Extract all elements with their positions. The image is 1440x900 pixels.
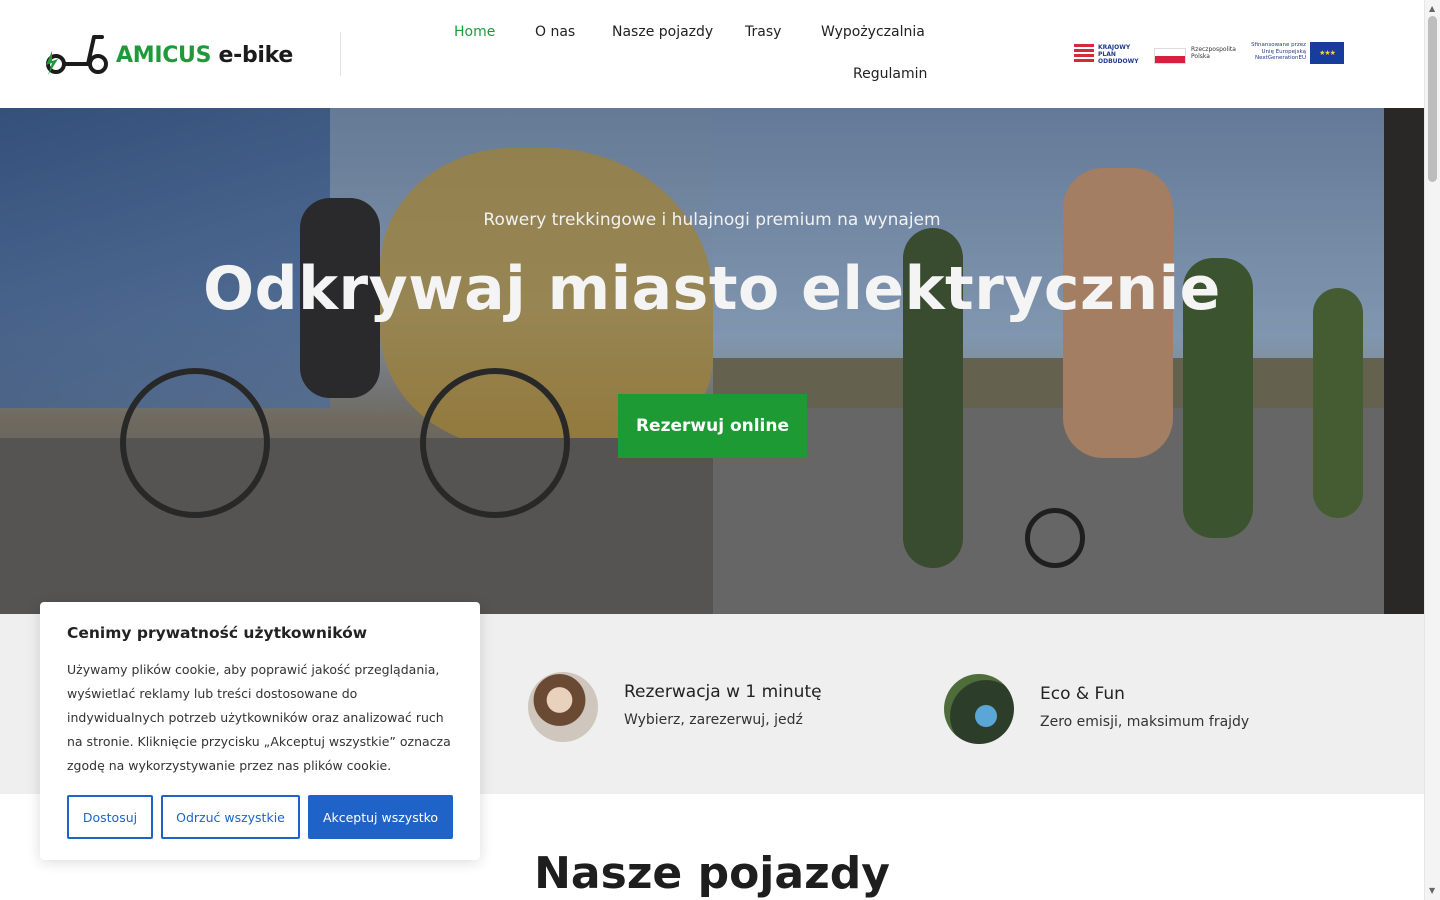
scroll-down-arrow-icon[interactable]: ▼ (1429, 886, 1435, 895)
feature-title: Eco & Fun (1040, 684, 1125, 704)
feature-desc: Wybierz, zarezerwuj, jedź (624, 712, 803, 728)
scooter-avatar (944, 674, 1014, 744)
reject-all-button[interactable]: Odrzuć wszystkie (161, 795, 300, 839)
eu-label: Sfinansowane przez Unię Europejską NextG… (1251, 42, 1306, 61)
scooter-logo-icon (46, 35, 108, 75)
nav-wypozyczalnia[interactable]: Wypożyczalnia (821, 24, 925, 40)
logo[interactable]: AMICUS e-bike (42, 30, 302, 80)
logo-wordmark: AMICUS e-bike (116, 43, 293, 68)
feature-desc: Zero emisji, maksimum frajdy (1040, 714, 1250, 730)
accept-all-button[interactable]: Akceptuj wszystko (308, 795, 453, 839)
scroll-up-arrow-icon[interactable]: ▲ (1429, 4, 1435, 13)
kpo-label: KRAJOWY PLAN ODBUDOWY (1098, 44, 1139, 65)
cookie-title: Cenimy prywatność użytkowników (67, 624, 368, 642)
nav-regulamin[interactable]: Regulamin (853, 66, 927, 82)
eu-flag-icon: ★★★ (1310, 42, 1344, 64)
customize-button[interactable]: Dostosuj (67, 795, 153, 839)
rp-logo: Rzeczpospolita Polska (1154, 44, 1242, 66)
nav-home[interactable]: Home (454, 24, 495, 40)
nav-o-nas[interactable]: O nas (535, 24, 575, 40)
nav-nasze-pojazdy[interactable]: Nasze pojazdy (612, 24, 713, 40)
nav-trasy[interactable]: Trasy (745, 24, 781, 40)
logo-brand: AMICUS (116, 42, 212, 68)
feature-title: Rezerwacja w 1 minutę (624, 682, 822, 702)
kpo-mark-icon (1074, 44, 1094, 64)
site-header: AMICUS e-bike Home O nas Nasze pojazdy T… (0, 0, 1424, 108)
funding-logos: KRAJOWY PLAN ODBUDOWY Rzeczpospolita Pol… (1072, 40, 1344, 68)
hero-subtitle: Rowery trekkingowe i hulajnogi premium n… (483, 210, 941, 230)
eu-logo: Sfinansowane przez Unię Europejską NextG… (1250, 40, 1344, 66)
header-divider (340, 32, 341, 76)
hero-overlay (0, 108, 1424, 614)
rp-label: Rzeczpospolita Polska (1191, 46, 1236, 60)
reserve-online-button[interactable]: Rezerwuj online (618, 394, 807, 458)
woman-phone-avatar (528, 672, 598, 742)
page-scrollbar[interactable]: ▲ ▼ (1424, 0, 1440, 900)
kpo-logo: KRAJOWY PLAN ODBUDOWY (1072, 42, 1144, 68)
logo-suffix: e-bike (218, 42, 294, 68)
hero-banner: Rowery trekkingowe i hulajnogi premium n… (0, 108, 1424, 614)
hero-title: Odkrywaj miasto elektrycznie (203, 254, 1221, 324)
cookie-text: Używamy plików cookie, aby poprawić jako… (67, 662, 451, 773)
polish-flag-icon (1154, 48, 1186, 64)
scrollbar-thumb[interactable] (1428, 16, 1437, 182)
cookie-consent-dialog: Cenimy prywatność użytkowników Używamy p… (40, 602, 480, 860)
